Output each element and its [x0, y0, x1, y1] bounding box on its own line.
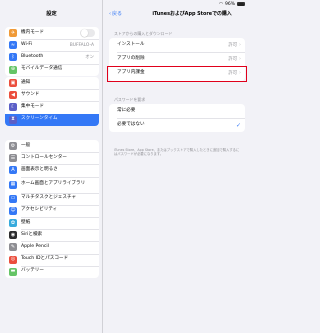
- sidebar-item-label: 壁紙: [21, 219, 31, 225]
- sidebar-item-control-center[interactable]: ☰ コントロールセンター: [5, 152, 99, 164]
- wallpaper-icon: ✿: [9, 219, 17, 228]
- sidebar-item-label: ホーム画面とアプリライブラリ: [21, 181, 86, 187]
- sidebar-item-label: サウンド: [21, 91, 40, 97]
- sidebar-title: 設定: [46, 11, 57, 17]
- chevron-right-icon: ›: [239, 56, 241, 63]
- sidebar-group-general: ⚙ 一般 ☰ コントロールセンター A 画面表示と明るさ ▦ ホーム画面とアプリライブラリ ▭ マ…: [5, 140, 99, 278]
- sidebar-item-label: Bluetooth: [21, 54, 44, 60]
- control-center-icon: ☰: [9, 154, 17, 163]
- sidebar-item-label: 一般: [21, 142, 31, 148]
- sidebar-item-siri[interactable]: ◉ Siriと検索: [5, 229, 99, 241]
- setting-label: 必要ではない: [117, 121, 145, 127]
- password-footnote: iTunes Store、App Store、またはブックストアで購入したときに…: [114, 148, 240, 157]
- siri-icon: ◉: [9, 231, 17, 240]
- battery-icon: ▬: [9, 267, 17, 276]
- sidebar-item-notifications[interactable]: ▣ 通知: [5, 77, 99, 89]
- sidebar-item-label: Wi-Fi: [21, 41, 32, 47]
- sidebar-group-connectivity: ✈ 機内モード ≈ Wi-Fi BUFFALO-A ᛒ Bluetooth オン ⊕ モバイルデー…: [5, 27, 99, 76]
- setting-label: アプリの削除: [117, 55, 145, 61]
- sidebar-item-label: アクセシビリティ: [21, 207, 58, 213]
- sound-icon: ◀: [9, 91, 17, 100]
- sidebar-item-multitasking[interactable]: ▭ マルチタスクとジェスチャ: [5, 192, 99, 205]
- password-option-row[interactable]: 常に必要: [109, 104, 245, 118]
- setting-value: 許可: [228, 43, 237, 49]
- sidebar-item-gear[interactable]: ⚙ 一般: [5, 140, 99, 152]
- checkmark-icon: ✓: [235, 121, 241, 129]
- sidebar-item-focus-moon[interactable]: ☾ 集中モード: [5, 101, 99, 113]
- annotation-highlight-box: [107, 66, 247, 82]
- home-screen-icon: ▦: [9, 180, 17, 189]
- sidebar-item-cellular[interactable]: ⊕ モバイルデータ通信: [5, 63, 99, 76]
- sidebar-item-sound[interactable]: ◀ サウンド: [5, 89, 99, 101]
- setting-label: 常に必要: [117, 107, 136, 113]
- wifi-icon: ≈: [9, 41, 17, 50]
- sidebar-item-wifi[interactable]: ≈ Wi-Fi BUFFALO-A: [5, 39, 99, 51]
- airplane-mode-toggle[interactable]: [80, 28, 95, 38]
- display-brightness-icon: A: [9, 166, 17, 175]
- sidebar-item-label: マルチタスクとジェスチャ: [21, 195, 77, 201]
- cellular-icon: ⊕: [9, 65, 17, 74]
- sidebar-group-notifications: ▣ 通知 ◀ サウンド ☾ 集中モード ⧗ スクリーンタイム: [5, 77, 99, 126]
- setting-label: インストール: [117, 41, 145, 47]
- sidebar-item-label: 集中モード: [21, 104, 44, 110]
- sidebar-item-accessibility[interactable]: ☺ アクセシビリティ: [5, 204, 99, 217]
- gear-icon: ⚙: [9, 142, 17, 151]
- focus-moon-icon: ☾: [9, 103, 17, 112]
- sidebar-item-label: 通知: [21, 79, 31, 85]
- sidebar-item-bluetooth[interactable]: ᛒ Bluetooth オン: [5, 51, 99, 63]
- setting-value: 許可: [228, 57, 237, 63]
- section-header-password: パスワードを要求: [114, 97, 146, 102]
- chevron-left-icon: ‹: [109, 10, 111, 17]
- sidebar-item-home-screen[interactable]: ▦ ホーム画面とアプリライブラリ: [5, 176, 99, 193]
- airplane-icon: ✈: [9, 29, 17, 38]
- sidebar-item-value: オン: [85, 55, 94, 61]
- sidebar-item-display-brightness[interactable]: A 画面表示と明るさ: [5, 164, 99, 176]
- apple-pencil-icon: ✎: [9, 243, 17, 252]
- store-setting-row[interactable]: アプリの削除 許可 ›: [109, 52, 245, 66]
- section-header-store: ストアからの購入とダウンロード: [114, 31, 173, 36]
- sidebar-item-label: Siriと検索: [21, 231, 43, 237]
- sidebar-item-label: モバイルデータ通信: [21, 66, 63, 72]
- screen-time-icon: ⧗: [9, 115, 17, 124]
- store-setting-row[interactable]: インストール 許可 ›: [109, 38, 245, 52]
- password-option-row[interactable]: 必要ではない ✓: [109, 118, 245, 132]
- sidebar-item-screen-time[interactable]: ⧗ スクリーンタイム: [5, 113, 99, 126]
- bluetooth-icon: ᛒ: [9, 53, 17, 62]
- sidebar-item-apple-pencil[interactable]: ✎ Apple Pencil: [5, 241, 99, 253]
- sidebar-item-label: 画面表示と明るさ: [21, 167, 58, 173]
- notifications-icon: ▣: [9, 79, 17, 88]
- multitasking-icon: ▭: [9, 194, 17, 203]
- sidebar-item-wallpaper[interactable]: ✿ 壁紙: [5, 216, 99, 229]
- page-title: iTunesおよびApp Storeでの購入: [152, 11, 232, 17]
- navigation-bar: ‹ 戻る iTunesおよびApp Storeでの購入: [104, 10, 250, 18]
- sidebar-item-battery[interactable]: ▬ バッテリー: [5, 265, 99, 278]
- settings-screen: 12:57 ◠ 96% 設定 ✈機内モード≈Wi-FiBUFFALO-AᛒBlu…: [0, 0, 250, 333]
- sidebar-item-touch-id[interactable]: ◎ Touch IDとパスコード: [5, 253, 99, 266]
- password-options-group: 常に必要必要ではない ✓: [109, 104, 245, 133]
- sidebar-item-label: バッテリー: [21, 268, 44, 274]
- settings-sidebar: 設定 ✈ 機内モード ≈ Wi-Fi BUFFALO-A ᛒ Bluetooth オン ⊕ モバイ…: [0, 0, 103, 333]
- sidebar-item-airplane[interactable]: ✈ 機内モード: [5, 27, 99, 39]
- sidebar-item-label: Apple Pencil: [21, 244, 49, 249]
- chevron-right-icon: ›: [239, 42, 241, 49]
- back-button[interactable]: ‹ 戻る: [109, 10, 123, 18]
- sidebar-item-label: Touch IDとパスコード: [21, 256, 69, 262]
- sidebar-item-value: BUFFALO-A: [69, 42, 94, 48]
- sidebar-item-label: スクリーンタイム: [21, 116, 58, 122]
- accessibility-icon: ☺: [9, 206, 17, 215]
- sidebar-item-label: 機内モード: [21, 29, 44, 35]
- back-button-label: 戻る: [112, 11, 123, 17]
- detail-pane: ‹ 戻る iTunesおよびApp Storeでの購入 ストアからの購入とダウン…: [104, 0, 250, 333]
- sidebar-item-label: コントロールセンター: [21, 154, 67, 160]
- touch-id-icon: ◎: [9, 255, 17, 264]
